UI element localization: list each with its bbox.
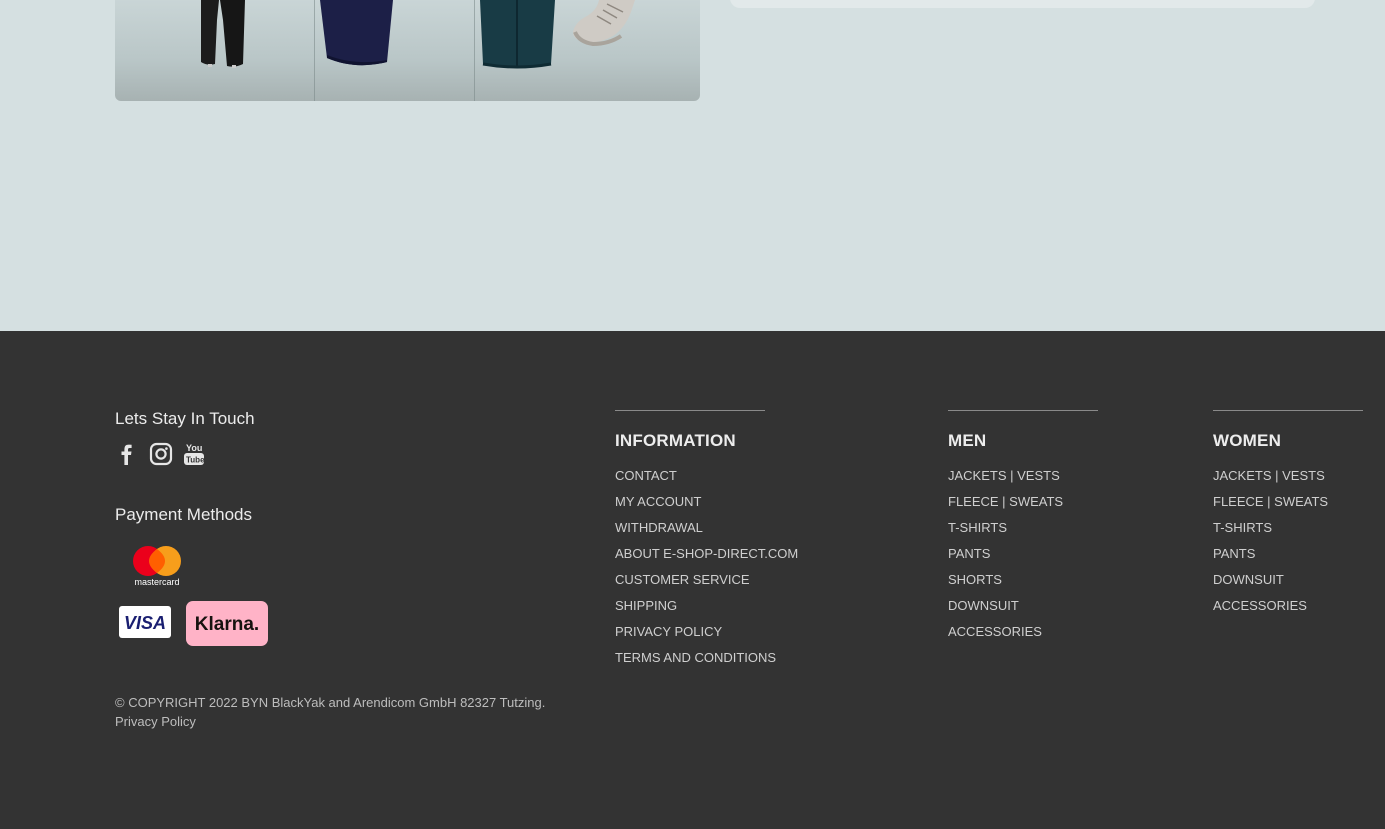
- column-divider: [948, 410, 1098, 411]
- footer-column-information: INFORMATION CONTACT MY ACCOUNT WITHDRAWA…: [615, 410, 798, 676]
- content-card: [730, 0, 1315, 8]
- footer-column-men: MEN JACKETS | VESTS FLEECE | SWEATS T-SH…: [948, 410, 1098, 650]
- column-divider: [615, 410, 765, 411]
- footer-link[interactable]: PRIVACY POLICY: [615, 624, 798, 650]
- social-links: You Tube: [115, 441, 205, 467]
- copyright-text: © COPYRIGHT 2022 BYN BlackYak and Arendi…: [115, 695, 546, 710]
- pants-image: [201, 0, 245, 68]
- mastercard-text: mastercard: [134, 577, 179, 587]
- payment-methods-heading: Payment Methods: [115, 505, 253, 524]
- footer-link[interactable]: T-SHIRTS: [948, 520, 1098, 546]
- vest-image: [320, 0, 393, 66]
- footer-link[interactable]: JACKETS | VESTS: [1213, 468, 1363, 494]
- footer-link[interactable]: DOWNSUIT: [1213, 572, 1363, 598]
- column-divider: [1213, 410, 1363, 411]
- sneaker-image: [573, 0, 635, 47]
- column-heading: WOMEN: [1213, 431, 1282, 450]
- content-area: [0, 0, 1385, 331]
- facebook-icon[interactable]: [115, 441, 137, 467]
- youtube-you-text: You: [186, 443, 202, 453]
- privacy-policy-link[interactable]: Privacy Policy: [115, 712, 545, 731]
- site-footer: Lets Stay In Touch You Tube Payment Meth…: [0, 331, 1385, 829]
- mastercard-logo: mastercard: [128, 540, 188, 593]
- footer-column-women: WOMEN JACKETS | VESTS FLEECE | SWEATS T-…: [1213, 410, 1363, 624]
- product-jacket[interactable]: [475, 0, 700, 101]
- footer-link[interactable]: FLEECE | SWEATS: [948, 494, 1098, 520]
- footer-link[interactable]: ACCESSORIES: [948, 624, 1098, 650]
- visa-logo: VISA: [119, 606, 171, 643]
- footer-link[interactable]: ABOUT E-SHOP-DIRECT.COM: [615, 546, 798, 572]
- footer-link[interactable]: SHORTS: [948, 572, 1098, 598]
- footer-link[interactable]: SHIPPING: [615, 598, 798, 624]
- klarna-logo: Klarna.: [186, 601, 268, 651]
- product-image-strip[interactable]: [115, 0, 700, 101]
- jacket-image: [480, 0, 635, 69]
- visa-text: VISA: [124, 613, 166, 633]
- footer-link[interactable]: ACCESSORIES: [1213, 598, 1363, 624]
- instagram-icon[interactable]: [149, 441, 173, 467]
- product-pants[interactable]: [115, 0, 315, 101]
- column-heading: MEN: [948, 431, 987, 450]
- footer-link[interactable]: CUSTOMER SERVICE: [615, 572, 798, 598]
- klarna-text: Klarna.: [195, 614, 259, 635]
- footer-link[interactable]: PANTS: [948, 546, 1098, 572]
- footer-link[interactable]: TERMS AND CONDITIONS: [615, 650, 798, 676]
- footer-link[interactable]: JACKETS | VESTS: [948, 468, 1098, 494]
- footer-link[interactable]: FLEECE | SWEATS: [1213, 494, 1363, 520]
- column-heading: INFORMATION: [615, 431, 736, 450]
- product-vest[interactable]: [315, 0, 475, 101]
- footer-link[interactable]: PANTS: [1213, 546, 1363, 572]
- youtube-icon[interactable]: You Tube: [183, 441, 205, 467]
- footer-link[interactable]: T-SHIRTS: [1213, 520, 1363, 546]
- footer-link[interactable]: DOWNSUIT: [948, 598, 1098, 624]
- footer-link[interactable]: WITHDRAWAL: [615, 520, 798, 546]
- youtube-tube-text: Tube: [186, 456, 205, 465]
- stay-in-touch-heading: Lets Stay In Touch: [115, 409, 255, 428]
- footer-link[interactable]: CONTACT: [615, 468, 798, 494]
- copyright: © COPYRIGHT 2022 BYN BlackYak and Arendi…: [115, 693, 545, 731]
- footer-link[interactable]: MY ACCOUNT: [615, 494, 798, 520]
